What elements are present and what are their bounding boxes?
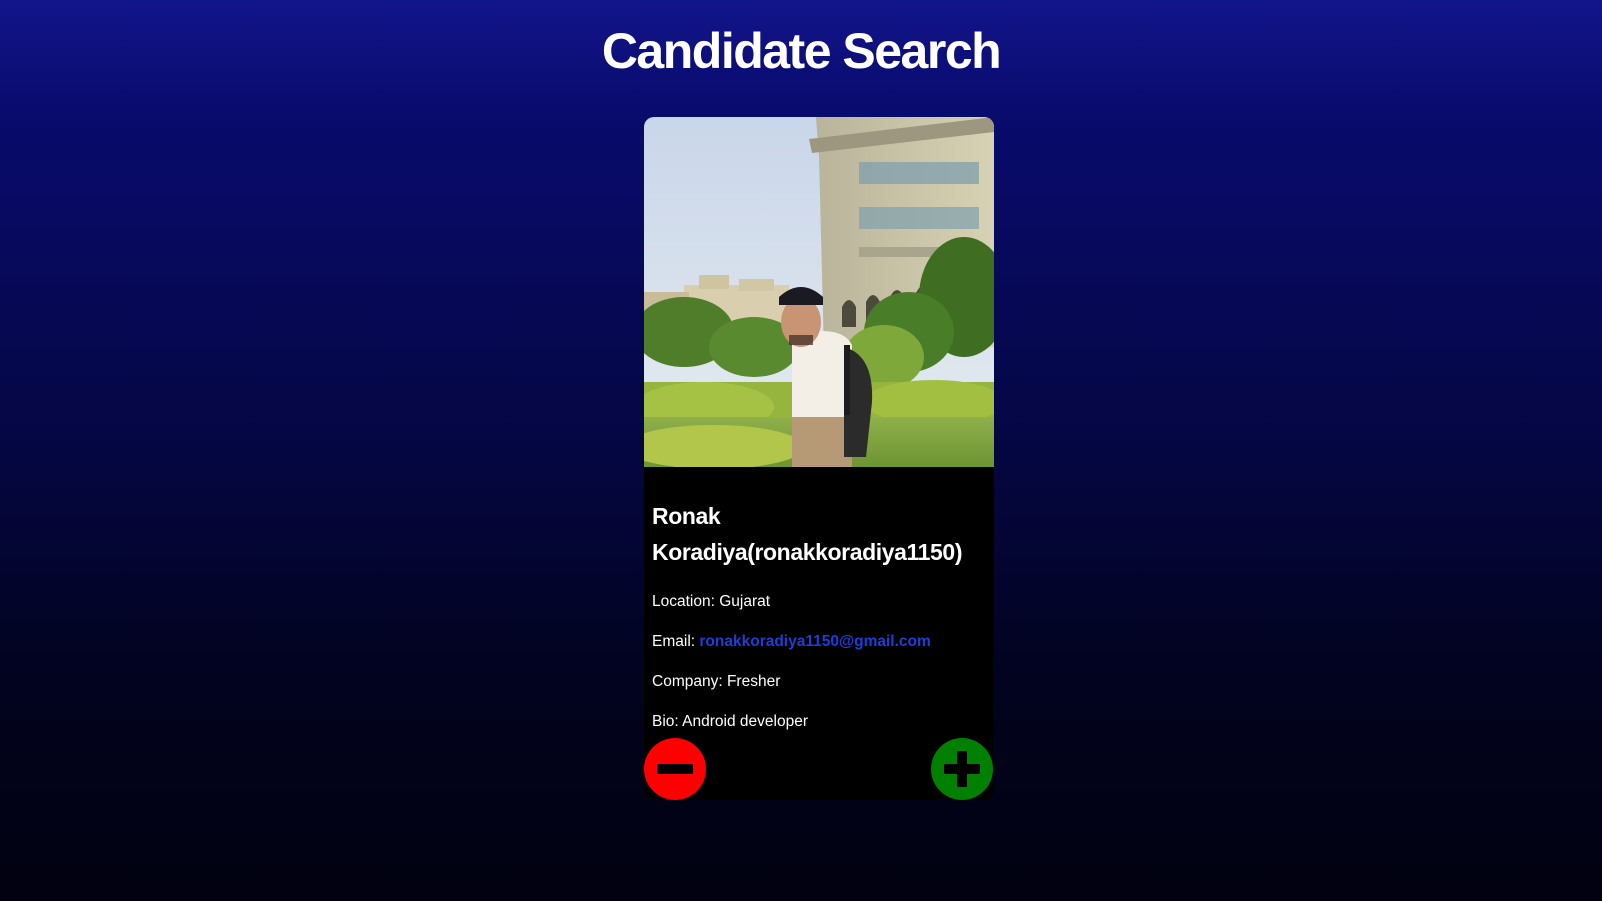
- location-label: Location:: [652, 593, 715, 610]
- email-label: Email:: [652, 633, 696, 650]
- minus-icon: [657, 764, 693, 774]
- candidate-info: Ronak Koradiya(ronakkoradiya1150) Locati…: [644, 498, 994, 732]
- location-value: Gujarat: [719, 593, 771, 610]
- candidate-avatar: [644, 117, 994, 467]
- bio-label: Bio:: [652, 713, 679, 730]
- candidate-location: Location: Gujarat: [652, 592, 986, 612]
- candidate-name: Ronak Koradiya(ronakkoradiya1150): [652, 498, 986, 570]
- company-value: Fresher: [726, 673, 781, 690]
- company-label: Company:: [652, 673, 723, 690]
- candidate-bio: Bio: Android developer: [652, 712, 986, 732]
- candidate-photo: [644, 117, 994, 467]
- candidate-card: Ronak Koradiya(ronakkoradiya1150) Locati…: [644, 117, 994, 800]
- candidate-name-line1: Ronak: [652, 503, 721, 529]
- candidate-email: Email: ronakkoradiya1150@gmail.com: [652, 632, 986, 652]
- candidate-name-line2: Koradiya(ronakkoradiya1150): [652, 539, 963, 565]
- save-candidate-button[interactable]: [931, 738, 993, 800]
- candidate-company: Company: Fresher: [652, 672, 986, 692]
- reject-candidate-button[interactable]: [644, 738, 706, 800]
- email-link[interactable]: ronakkoradiya1150@gmail.com: [699, 633, 930, 650]
- page-title: Candidate Search: [601, 23, 1002, 79]
- bio-value: Android developer: [682, 713, 808, 730]
